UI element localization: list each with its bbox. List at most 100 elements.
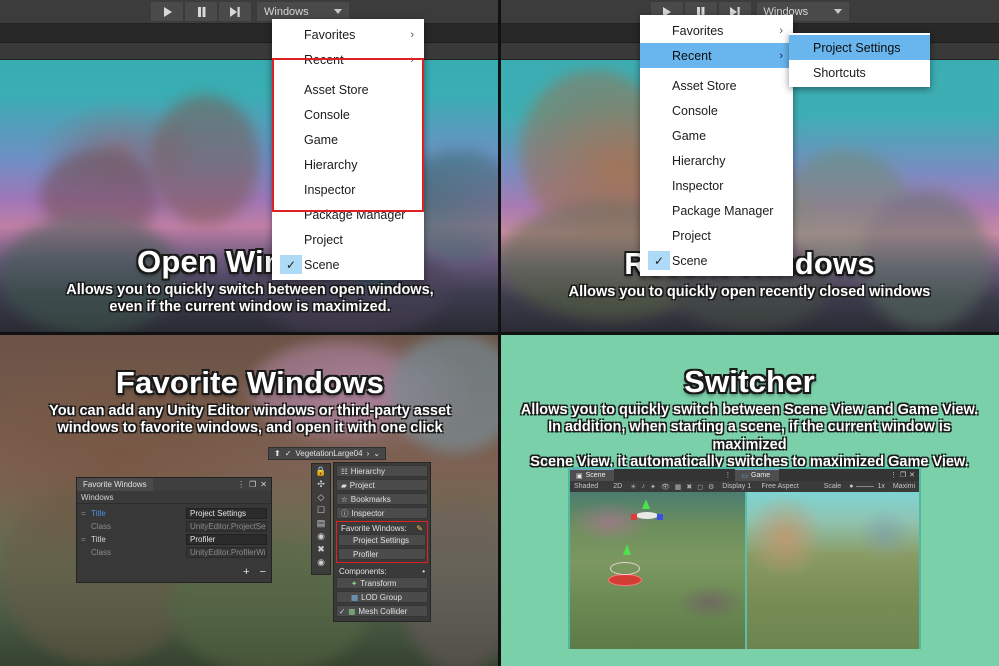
scene-tool-rail[interactable]: 🔒 ✣ ◇ ☐ ▤ ◉ ✖ ◉: [311, 463, 331, 575]
inspector-quick-strip[interactable]: ☷ Hierarchy ▰ Project ☆ Bookmarks ⓘ Insp…: [333, 462, 431, 622]
menu-item-hierarchy[interactable]: Hierarchy: [272, 152, 424, 177]
property-row[interactable]: Class UnityEditor.ProfilerWind: [81, 546, 267, 559]
recent-submenu[interactable]: Project Settings Shortcuts: [789, 33, 930, 87]
pencil-edit-icon[interactable]: ✎: [416, 524, 423, 533]
quick-button-bookmarks[interactable]: ☆ Bookmarks: [336, 493, 428, 505]
component-lod-group[interactable]: ▦ LOD Group: [336, 591, 428, 603]
scene-transform-gizmo[interactable]: [608, 543, 643, 586]
menu-item-inspector[interactable]: Inspector: [272, 177, 424, 202]
playmode-controls[interactable]: [151, 2, 251, 21]
property-value-field[interactable]: UnityEditor.ProfilerWind: [186, 547, 267, 558]
close-icon[interactable]: ✕: [909, 471, 915, 479]
favorite-windows-window[interactable]: Favorite Windows ⋮ ❐ ✕ Windows = Title P…: [76, 477, 272, 583]
object-header-bar[interactable]: ⬆ ✓ VegetationLarge04 › ⌄: [268, 447, 386, 460]
chevron-down-icon[interactable]: ⌄: [373, 449, 380, 458]
list-controls[interactable]: + −: [243, 566, 266, 578]
chevron-right-icon[interactable]: ›: [367, 449, 370, 458]
snap-icon[interactable]: ✖: [686, 483, 692, 491]
scene-2d-toggle[interactable]: 2D: [609, 483, 626, 490]
step-button[interactable]: [219, 2, 251, 21]
menu-item-game[interactable]: Game: [640, 123, 793, 148]
menu-item-package-manager[interactable]: Package Manager: [272, 202, 424, 227]
menu-item-scene[interactable]: ✓ Scene: [272, 252, 424, 277]
grid-icon[interactable]: ▦: [675, 483, 682, 491]
up-arrow-icon[interactable]: ⬆: [274, 449, 281, 458]
favorite-item-project-settings[interactable]: Project Settings: [338, 534, 426, 546]
play-button[interactable]: [151, 2, 183, 21]
menu-item-hierarchy[interactable]: Hierarchy: [640, 148, 793, 173]
settings-icon[interactable]: ◉: [317, 557, 325, 568]
game-display-selector[interactable]: Display 1: [718, 483, 757, 490]
windows-menu-recent[interactable]: Favorites › Recent › Asset Store Console…: [640, 15, 793, 276]
menu-item-favorites[interactable]: Favorites ›: [272, 22, 424, 47]
scene-view-viewport[interactable]: [570, 492, 745, 649]
lock-icon[interactable]: 🔒: [315, 466, 326, 477]
collapse-handle-icon[interactable]: =: [81, 535, 88, 544]
property-row[interactable]: = Title Profiler: [81, 533, 267, 546]
submenu-item-project-settings[interactable]: Project Settings: [789, 35, 930, 60]
add-button[interactable]: +: [243, 566, 249, 578]
menu-item-favorites[interactable]: Favorites ›: [640, 18, 793, 43]
quick-button-hierarchy[interactable]: ☷ Hierarchy: [336, 465, 428, 477]
property-value-field[interactable]: Project Settings: [186, 508, 267, 519]
property-value-field[interactable]: UnityEditor.ProjectSettin: [186, 521, 267, 532]
menu-item-console[interactable]: Console: [272, 102, 424, 127]
menu-item-asset-store[interactable]: Asset Store: [640, 73, 793, 98]
remove-button[interactable]: −: [260, 566, 266, 578]
menu-item-recent[interactable]: Recent ›: [272, 47, 424, 72]
kebab-menu-icon[interactable]: ⋮: [890, 471, 897, 479]
game-view-viewport[interactable]: [744, 492, 919, 649]
menu-item-scene[interactable]: ✓ Scene: [640, 248, 793, 273]
menu-item-game[interactable]: Game: [272, 127, 424, 152]
component-mesh-collider[interactable]: ✓ ▦ Mesh Collider: [336, 605, 428, 617]
submenu-item-shortcuts[interactable]: Shortcuts: [789, 60, 930, 85]
quick-button-project[interactable]: ▰ Project: [336, 479, 428, 491]
property-row[interactable]: = Title Project Settings: [81, 507, 267, 520]
audio-icon[interactable]: ♪: [641, 483, 645, 490]
component-transform[interactable]: ✦ Transform: [336, 577, 428, 589]
property-value-field[interactable]: Profiler: [186, 534, 267, 545]
pause-button[interactable]: [185, 2, 217, 21]
game-window-controls[interactable]: ⋮ ❐ ✕: [886, 469, 919, 481]
kebab-menu-icon[interactable]: ⋮: [237, 480, 245, 489]
rotate-icon[interactable]: ◇: [318, 492, 325, 503]
scene-gizmo-icons[interactable]: ☀ ♪ ✦ 👁 ▦ ✖ ◻ ⚙: [626, 483, 718, 491]
viewport-splitter[interactable]: [744, 492, 747, 649]
game-scale-slider[interactable]: ● 1x: [845, 483, 889, 490]
favorite-item-profiler[interactable]: Profiler: [338, 548, 426, 560]
switcher-demo-window[interactable]: ▣ Scene ⋮ ▭ Game ⋮ ❐ ✕ Shaded 2D ☀ ♪ ✦ 👁…: [568, 467, 921, 649]
menu-item-console[interactable]: Console: [640, 98, 793, 123]
slider-handle-icon[interactable]: ●: [849, 483, 853, 490]
collapse-handle-icon[interactable]: =: [81, 509, 88, 518]
pivot-icon[interactable]: ✖: [317, 544, 325, 555]
menu-item-project[interactable]: Project: [272, 227, 424, 252]
scene-window-controls[interactable]: ⋮: [720, 469, 735, 481]
menu-item-package-manager[interactable]: Package Manager: [640, 198, 793, 223]
menu-item-project[interactable]: Project: [640, 223, 793, 248]
maximize-icon[interactable]: ❐: [900, 471, 906, 479]
move-icon[interactable]: ✣: [317, 479, 325, 490]
tab-game[interactable]: ▭ Game: [735, 469, 780, 481]
scene-shading-mode[interactable]: Shaded: [570, 483, 609, 490]
camera-icon[interactable]: ◻: [697, 483, 703, 491]
close-icon[interactable]: ✕: [260, 480, 267, 489]
quick-button-inspector[interactable]: ⓘ Inspector: [336, 507, 428, 519]
maximize-icon[interactable]: ❐: [249, 480, 256, 489]
menu-item-asset-store[interactable]: Asset Store: [272, 77, 424, 102]
menu-item-inspector[interactable]: Inspector: [640, 173, 793, 198]
component-checkbox[interactable]: ✓: [339, 607, 345, 616]
window-tab[interactable]: Favorite Windows: [77, 478, 153, 491]
fx-icon[interactable]: ✦: [650, 483, 656, 491]
rect-icon[interactable]: ▤: [317, 518, 326, 529]
gizmos-icon[interactable]: ⚙: [708, 483, 714, 491]
transform-icon[interactable]: ◉: [317, 531, 325, 542]
hidden-objects-icon[interactable]: 👁: [661, 483, 670, 491]
property-row[interactable]: Class UnityEditor.ProjectSettin: [81, 520, 267, 533]
game-maximize-toggle[interactable]: Maximi: [889, 483, 919, 490]
windows-menu-open[interactable]: Favorites › Recent › Asset Store Console…: [272, 19, 424, 280]
game-aspect-selector[interactable]: Free Aspect: [758, 483, 820, 490]
checkmark-icon[interactable]: ✓: [285, 449, 292, 458]
menu-item-recent[interactable]: Recent ›: [640, 43, 793, 68]
lighting-icon[interactable]: ☀: [630, 483, 636, 491]
kebab-menu-icon[interactable]: ⋮: [724, 471, 731, 479]
